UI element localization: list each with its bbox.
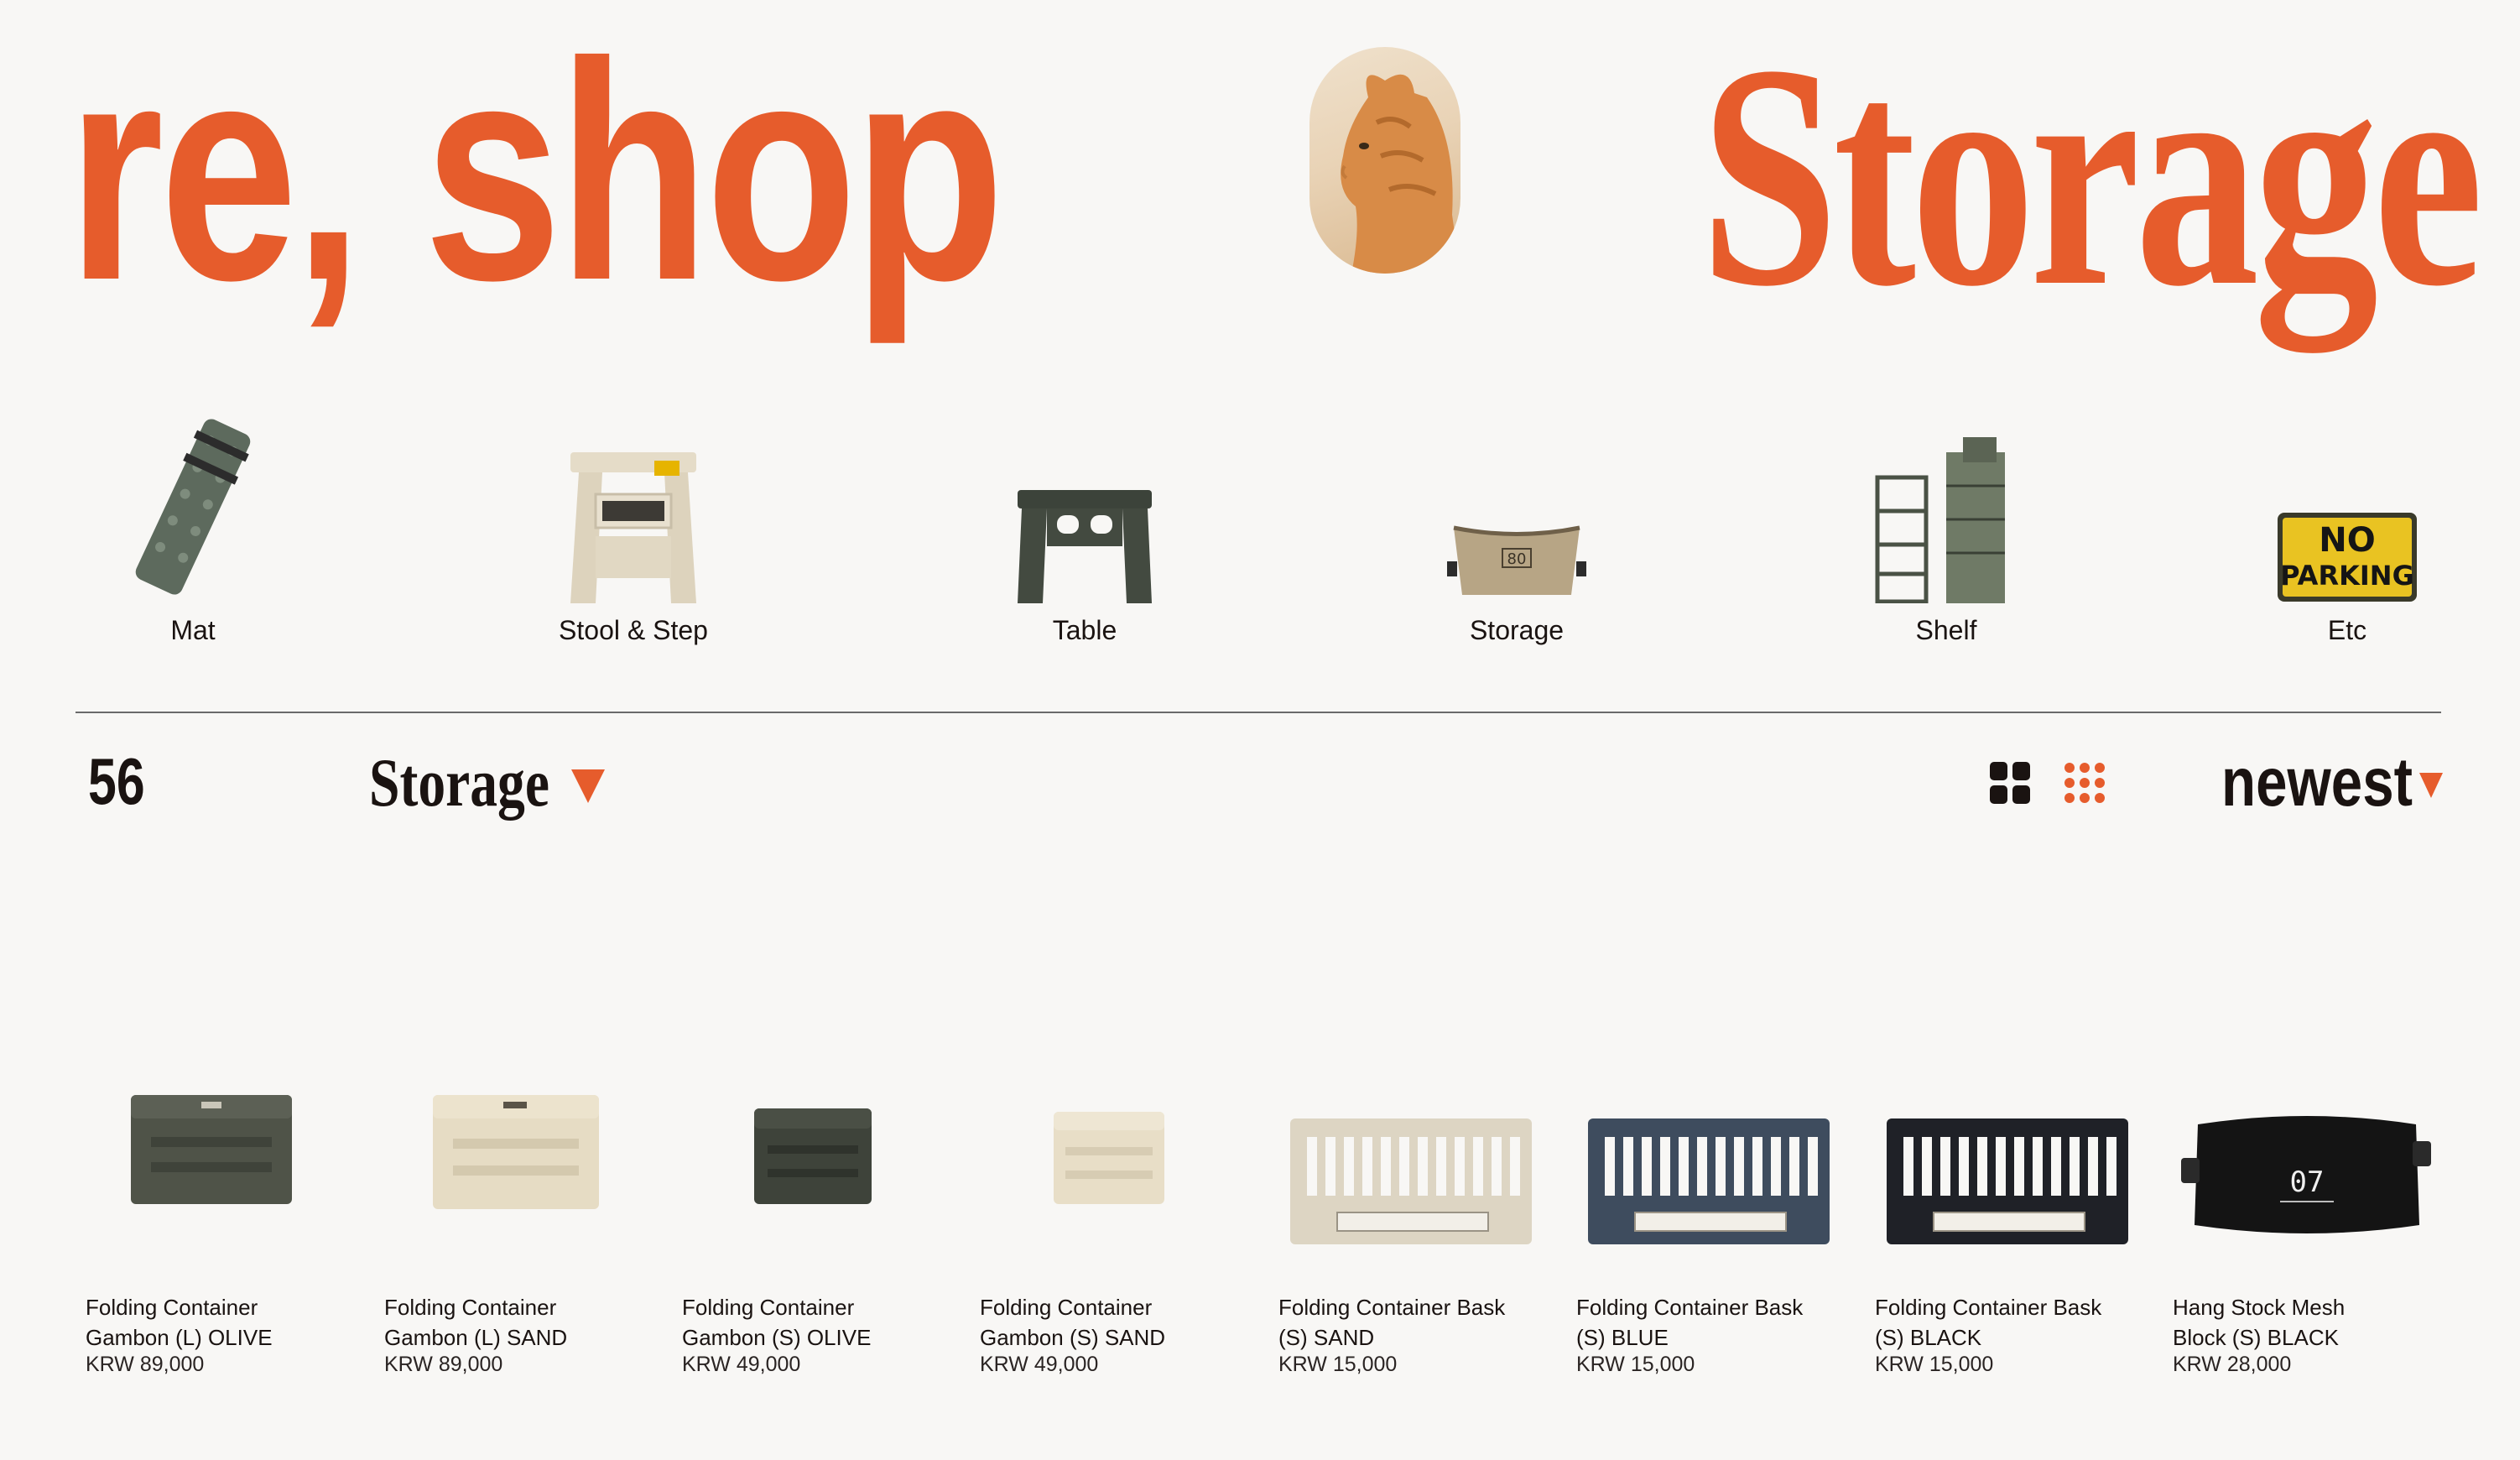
product-name: Folding Container Gambon (S) SAND — [980, 1295, 1166, 1350]
stool-icon — [541, 410, 726, 603]
product-card[interactable]: 07 Hang Stock Mesh Block (S) BLACK KRW 2… — [2173, 1032, 2450, 1401]
storage-bag-icon: 80 — [1424, 410, 1609, 603]
product-image — [384, 1032, 661, 1267]
table-icon — [992, 410, 1177, 603]
product-card[interactable]: Folding Container Gambon (L) SAND KRW 89… — [384, 1032, 661, 1401]
product-card[interactable]: Folding Container Gambon (S) SAND KRW 49… — [980, 1032, 1257, 1401]
divider — [75, 712, 2441, 713]
category-label: Mat — [170, 615, 216, 645]
category-shelf[interactable]: Shelf — [1820, 394, 2072, 646]
product-name: Hang Stock Mesh Block (S) BLACK — [2173, 1295, 2346, 1350]
chevron-down-icon — [2419, 773, 2443, 798]
category-label: Stool & Step — [559, 615, 708, 645]
no-parking-sign-icon: NO PARKING — [2255, 410, 2439, 603]
category-label: Table — [1052, 615, 1117, 645]
category-etc[interactable]: NO PARKING Etc — [2221, 394, 2473, 646]
product-card[interactable]: Folding Container Gambon (S) OLIVE KRW 4… — [682, 1032, 959, 1401]
shelf-icon — [1854, 410, 2038, 603]
category-filter-dropdown[interactable]: Storage — [369, 743, 605, 822]
product-name: Folding Container Gambon (S) OLIVE — [682, 1295, 872, 1350]
svg-text:NO: NO — [2319, 521, 2375, 560]
product-name: Folding Container Gambon (L) SAND — [384, 1295, 568, 1350]
item-count: 56 — [88, 744, 145, 818]
section-title: Storage — [1700, 0, 2483, 352]
product-image — [980, 1032, 1257, 1267]
product-name: Folding Container Bask (S) BLUE — [1576, 1295, 1804, 1350]
product-name: Folding Container Bask (S) BLACK — [1875, 1295, 2102, 1350]
product-card[interactable]: Folding Container Bask (S) BLACK KRW 15,… — [1875, 1032, 2152, 1401]
product-image — [1278, 1032, 1555, 1267]
sort-dropdown[interactable]: newest — [2179, 743, 2443, 822]
chevron-down-icon — [570, 769, 605, 803]
product-price: KRW 49,000 — [682, 1353, 801, 1376]
mat-icon — [101, 410, 285, 603]
product-price: KRW 49,000 — [980, 1353, 1099, 1376]
product-image: 07 — [2173, 1032, 2450, 1267]
grid-view-small-button[interactable] — [2064, 762, 2106, 804]
category-stool-step[interactable]: Stool & Step — [508, 394, 759, 646]
cat-photo — [1309, 47, 1460, 274]
brand-title[interactable]: re, shop — [67, 17, 1005, 327]
category-label: Shelf — [1915, 615, 1977, 645]
category-mat[interactable]: Mat — [67, 394, 319, 646]
category-table[interactable]: Table — [959, 394, 1211, 646]
product-image — [86, 1032, 362, 1267]
category-label: Etc — [2327, 615, 2367, 645]
product-card[interactable]: Folding Container Bask (S) SAND KRW 15,0… — [1278, 1032, 1555, 1401]
product-price: KRW 28,000 — [2173, 1353, 2292, 1376]
section-header: Storage — [1309, 17, 2483, 336]
product-price: KRW 15,000 — [1278, 1353, 1398, 1376]
svg-text:07: 07 — [2290, 1165, 2325, 1199]
product-price: KRW 89,000 — [86, 1353, 205, 1376]
svg-text:PARKING: PARKING — [2280, 560, 2414, 592]
filter-label: Storage — [369, 744, 549, 821]
product-image — [1875, 1032, 2152, 1267]
product-card[interactable]: Folding Container Bask (S) BLUE KRW 15,0… — [1576, 1032, 1853, 1401]
product-grid: Folding Container Gambon (L) OLIVE KRW 8… — [0, 1032, 2520, 1401]
toolbar: 56 Storage newest — [0, 738, 2520, 831]
product-card[interactable]: Folding Container Gambon (L) OLIVE KRW 8… — [86, 1032, 362, 1401]
product-image — [682, 1032, 959, 1267]
product-price: KRW 89,000 — [384, 1353, 503, 1376]
product-image — [1576, 1032, 1853, 1267]
sort-label: newest — [2221, 744, 2413, 821]
category-storage[interactable]: 80 Storage — [1391, 394, 1643, 646]
grid-view-large-button[interactable] — [1990, 762, 2030, 804]
category-nav: Mat Stool & Step Table 80 Storage Shelf … — [75, 394, 2441, 646]
svg-text:80: 80 — [1507, 550, 1527, 568]
product-price: KRW 15,000 — [1576, 1353, 1695, 1376]
product-price: KRW 15,000 — [1875, 1353, 1994, 1376]
product-name: Folding Container Gambon (L) OLIVE — [86, 1295, 273, 1350]
category-label: Storage — [1469, 615, 1565, 645]
product-name: Folding Container Bask (S) SAND — [1278, 1295, 1506, 1350]
